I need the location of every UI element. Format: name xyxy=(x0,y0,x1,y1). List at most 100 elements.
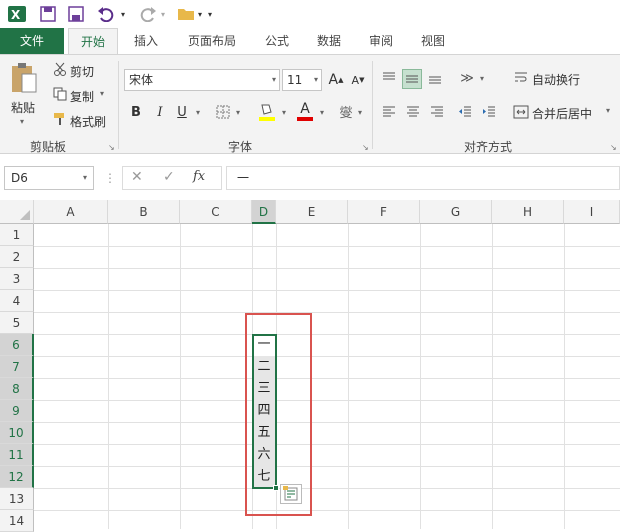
align-bottom-icon[interactable] xyxy=(426,69,444,87)
clipboard-launcher-icon[interactable]: ↘ xyxy=(108,143,115,152)
undo-dropdown-icon[interactable]: ▾ xyxy=(118,4,128,24)
paste-icon[interactable] xyxy=(6,61,42,95)
copy-dropdown-icon[interactable]: ▾ xyxy=(100,89,104,98)
tab-review[interactable]: 审阅 xyxy=(358,28,404,54)
align-left-icon[interactable] xyxy=(380,103,398,121)
select-all-corner[interactable] xyxy=(0,200,34,224)
gridline xyxy=(420,224,421,529)
orientation-icon[interactable]: ≫ xyxy=(456,69,478,87)
column-header[interactable]: A xyxy=(34,200,108,224)
name-box-value: D6 xyxy=(11,171,28,185)
column-header[interactable]: D xyxy=(252,200,276,224)
gridline xyxy=(34,422,620,423)
name-box[interactable]: D6 ▾ xyxy=(4,166,94,190)
tab-insert[interactable]: 插入 xyxy=(124,28,168,54)
row-header[interactable]: 12 xyxy=(0,466,34,488)
orientation-dropdown-icon[interactable]: ▾ xyxy=(478,69,486,87)
underline-dropdown-icon[interactable]: ▾ xyxy=(194,103,202,121)
font-color-dropdown-icon[interactable]: ▾ xyxy=(318,103,326,121)
italic-button[interactable]: I xyxy=(152,103,168,121)
undo-icon[interactable] xyxy=(96,4,116,24)
row-header[interactable]: 11 xyxy=(0,444,34,466)
column-header[interactable]: F xyxy=(348,200,420,224)
row-header[interactable]: 5 xyxy=(0,312,34,334)
fill-color-icon[interactable] xyxy=(256,101,278,123)
phonetic-icon[interactable]: 燮 xyxy=(336,101,356,121)
row-header[interactable]: 1 xyxy=(0,224,34,246)
borders-icon[interactable] xyxy=(214,103,232,121)
chevron-down-icon: ▾ xyxy=(271,75,276,84)
row-header[interactable]: 8 xyxy=(0,378,34,400)
underline-button[interactable]: U xyxy=(174,103,190,121)
increase-indent-icon[interactable] xyxy=(480,103,498,121)
row-header[interactable]: 9 xyxy=(0,400,34,422)
format-painter-label[interactable]: 格式刷 xyxy=(70,113,106,130)
row-header[interactable]: 7 xyxy=(0,356,34,378)
font-size-select[interactable]: 11 ▾ xyxy=(282,69,322,91)
align-center-icon[interactable] xyxy=(404,103,422,121)
row-header[interactable]: 6 xyxy=(0,334,34,356)
wrap-text-label[interactable]: 自动换行 xyxy=(532,71,580,88)
font-launcher-icon[interactable]: ↘ xyxy=(362,143,369,152)
font-color-icon[interactable]: A xyxy=(294,99,316,123)
copy-label[interactable]: 复制 xyxy=(70,88,94,105)
alignment-launcher-icon[interactable]: ↘ xyxy=(610,143,617,152)
redo-dropdown-icon[interactable]: ▾ xyxy=(158,4,168,24)
format-painter-icon[interactable] xyxy=(52,111,68,127)
fill-dropdown-icon[interactable]: ▾ xyxy=(280,103,288,121)
excel-icon: X xyxy=(6,4,28,24)
scissors-icon[interactable] xyxy=(52,61,68,77)
gridline xyxy=(34,400,620,401)
bold-button[interactable]: B xyxy=(128,103,144,121)
tab-data[interactable]: 数据 xyxy=(306,28,352,54)
tab-home[interactable]: 开始 xyxy=(68,28,118,54)
merge-dropdown-icon[interactable]: ▾ xyxy=(606,106,610,115)
gridline xyxy=(108,224,109,529)
copy-icon[interactable] xyxy=(52,86,68,102)
formula-input[interactable]: 一 xyxy=(226,166,620,190)
grow-font-icon[interactable]: A ▲ xyxy=(328,71,344,89)
tab-page-layout[interactable]: 页面布局 xyxy=(176,28,248,54)
tab-view[interactable]: 视图 xyxy=(410,28,456,54)
enter-icon[interactable]: ✓ xyxy=(163,169,175,185)
column-header[interactable]: C xyxy=(180,200,252,224)
redo-icon[interactable] xyxy=(138,4,158,24)
gridline xyxy=(34,268,620,269)
row-header[interactable]: 13 xyxy=(0,488,34,510)
insert-function-icon[interactable]: fx xyxy=(193,169,205,184)
column-header[interactable]: B xyxy=(108,200,180,224)
wrap-text-icon[interactable] xyxy=(512,69,530,87)
column-header[interactable]: G xyxy=(420,200,492,224)
tab-file[interactable]: 文件 xyxy=(0,28,64,54)
font-name-select[interactable]: 宋体 ▾ xyxy=(124,69,280,91)
row-header[interactable]: 3 xyxy=(0,268,34,290)
align-top-icon[interactable] xyxy=(380,69,398,87)
column-header[interactable]: E xyxy=(276,200,348,224)
borders-dropdown-icon[interactable]: ▾ xyxy=(234,103,242,121)
row-header[interactable]: 2 xyxy=(0,246,34,268)
group-divider xyxy=(118,61,119,149)
paste-dropdown-icon[interactable]: ▾ xyxy=(20,117,24,126)
row-header[interactable]: 10 xyxy=(0,422,34,444)
shrink-font-icon[interactable]: A ▼ xyxy=(350,71,366,89)
paste-label[interactable]: 粘贴 xyxy=(11,99,35,116)
merge-center-label[interactable]: 合并后居中 xyxy=(532,105,592,122)
column-header[interactable]: I xyxy=(564,200,620,224)
row-header[interactable]: 4 xyxy=(0,290,34,312)
align-middle-icon[interactable] xyxy=(402,69,422,89)
align-right-icon[interactable] xyxy=(428,103,446,121)
column-header[interactable]: H xyxy=(492,200,564,224)
decrease-indent-icon[interactable] xyxy=(456,103,474,121)
cut-label[interactable]: 剪切 xyxy=(70,63,94,80)
save-as-icon[interactable] xyxy=(66,4,86,24)
formula-value: 一 xyxy=(237,171,250,185)
tab-formulas[interactable]: 公式 xyxy=(254,28,300,54)
folder-icon[interactable] xyxy=(176,4,196,24)
group-divider xyxy=(372,61,373,149)
cancel-icon[interactable]: ✕ xyxy=(131,169,143,185)
customize-qat-icon[interactable]: ▾ xyxy=(206,4,214,24)
phonetic-dropdown-icon[interactable]: ▾ xyxy=(356,103,364,121)
save-icon[interactable] xyxy=(38,4,58,24)
folder-dropdown-icon[interactable]: ▾ xyxy=(196,4,204,24)
merge-center-icon[interactable] xyxy=(512,103,530,121)
